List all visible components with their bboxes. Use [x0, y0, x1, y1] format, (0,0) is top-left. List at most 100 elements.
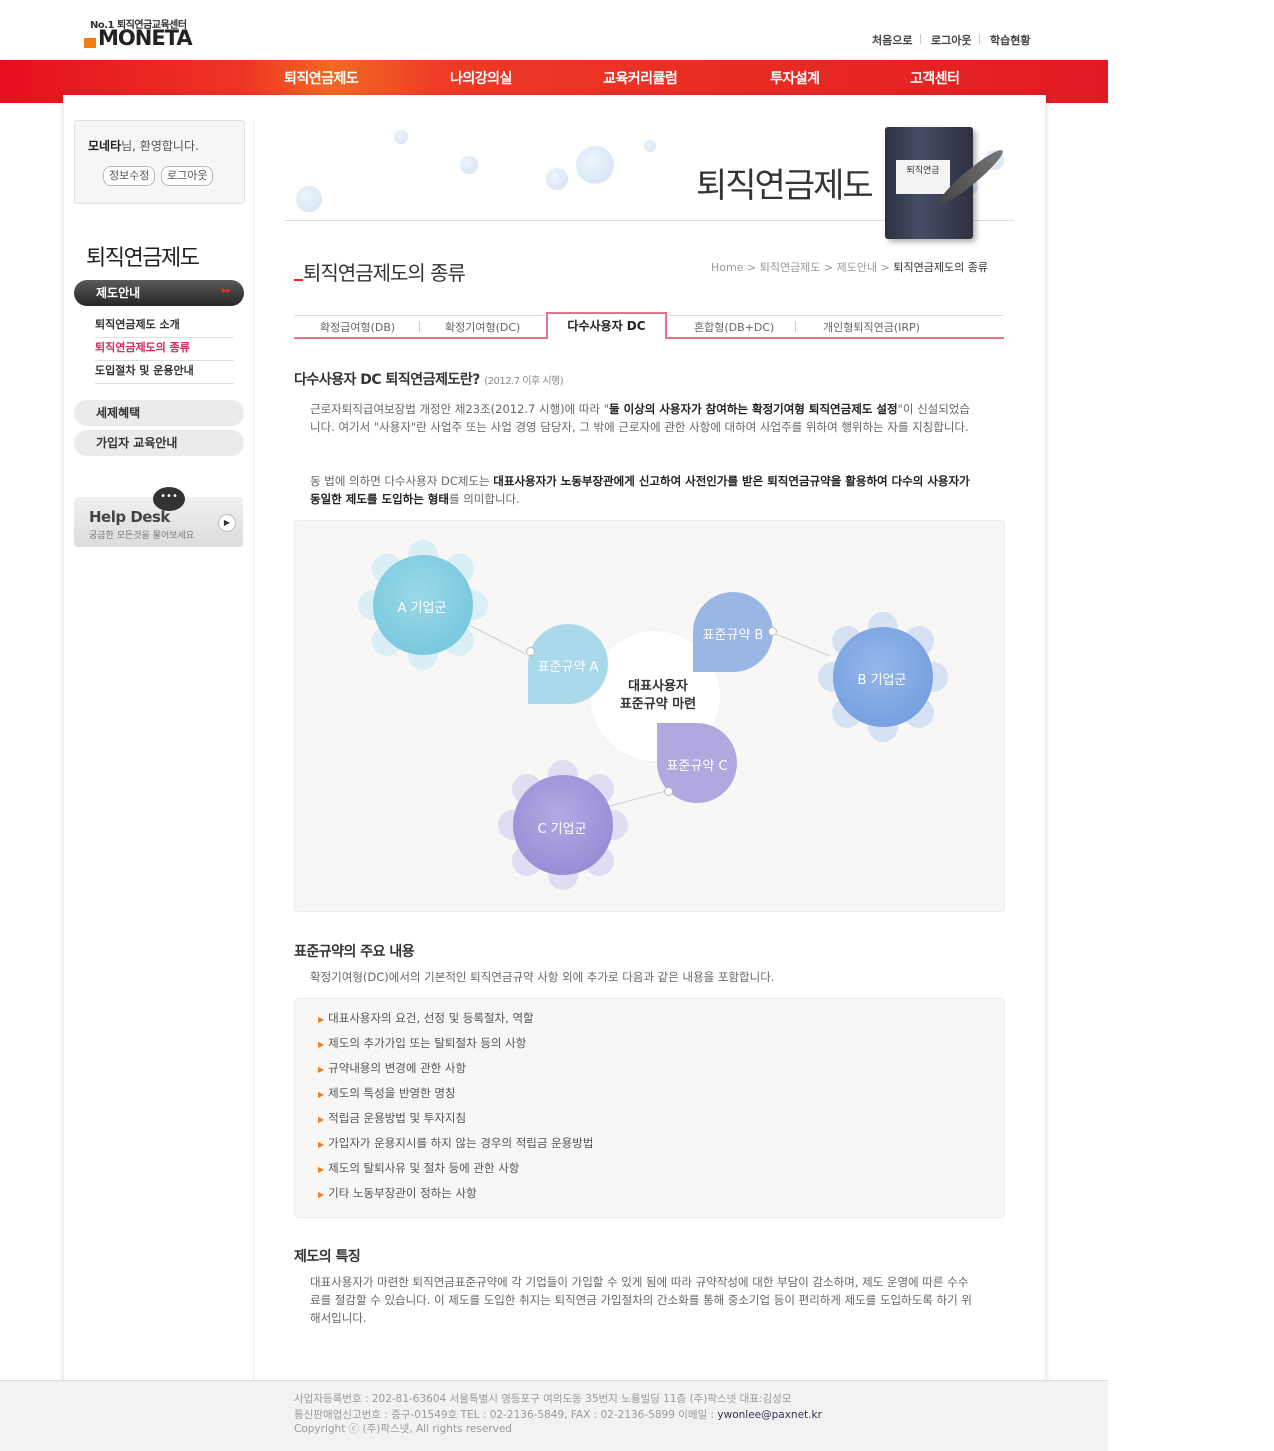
text: 를 의미합니다. — [448, 492, 520, 506]
list-item: ▶ 적립금 운용방법 및 투자지침 — [318, 1111, 467, 1125]
tab-dc[interactable]: 확정기여형(DC) — [445, 319, 520, 335]
emphasis-text: 둘 이상의 사용자가 참여하는 확정기여형 퇴직연금제도 설정 — [609, 402, 898, 416]
connector-dot — [768, 627, 777, 636]
footer-copyright: Copyright ⓒ (주)팍스넷, All rights reserved — [294, 1423, 512, 1435]
decor-bubble — [546, 168, 568, 190]
welcome-suffix: 님, 환영합니다. — [121, 139, 199, 153]
chevron-right-icon: > — [823, 261, 837, 274]
breadcrumb: Home > 퇴직연금제도 > 제도안내 > 퇴직연금제도의 종류 — [711, 259, 988, 275]
arrow-icon: ▶ — [318, 1140, 325, 1149]
helpdesk-title: Help Desk — [89, 508, 170, 526]
arrow-icon: ▶ — [318, 1115, 325, 1124]
contact-text: 통신판매업신고번호 : 중구-01549호 TEL : 02-2136-5849… — [294, 1409, 718, 1421]
footer-company-info: 사업자등록번호 : 202-81-63604 서울특별시 영등포구 여의도동 3… — [294, 1393, 792, 1405]
sub-item-intro[interactable]: 퇴직연금제도 소개 — [95, 316, 234, 338]
rule-c-label: 표준규약 C — [666, 759, 728, 774]
group-a-label: A 기업군 — [397, 601, 447, 616]
divider — [920, 34, 921, 44]
rule-b-label: 표준규약 B — [702, 628, 764, 643]
title-accent — [294, 279, 303, 281]
welcome-box — [74, 120, 245, 204]
decor-bubble — [296, 186, 322, 212]
decor-bubble — [576, 146, 614, 184]
home-link[interactable]: 처음으로 — [872, 32, 912, 48]
footer-contact-info: 통신판매업신고번호 : 중구-01549호 TEL : 02-2136-5849… — [294, 1407, 822, 1422]
decor-bubble — [644, 140, 656, 152]
connector-dot — [526, 647, 535, 656]
divider — [795, 321, 796, 332]
arrow-icon: ▶ — [318, 1090, 325, 1099]
sub-item-procedure[interactable]: 도입절차 및 운용안내 — [95, 362, 234, 384]
tab-db[interactable]: 확정급여형(DB) — [320, 319, 395, 335]
center-line-1: 대표사용자 — [628, 679, 688, 694]
breadcrumb-item[interactable]: 퇴직연금제도 — [760, 261, 821, 274]
email-link[interactable]: ywonlee@paxnet.kr — [717, 1409, 822, 1421]
paragraph: 근로자퇴직급여보장법 개정안 제23조(2012.7 시행)에 따라 "둘 이상… — [310, 400, 975, 436]
arrow-icon: ▶ — [318, 1165, 325, 1174]
gnb-customer-center[interactable]: 고객센터 — [910, 68, 960, 88]
section-heading: 표준규약의 주요 내용 — [294, 944, 415, 960]
heading-text: 다수사용자 DC 퇴직연금제도란? — [294, 372, 480, 388]
section-heading: 다수사용자 DC 퇴직연금제도란? (2012.7 이후 시행) — [294, 369, 564, 389]
list-item: ▶ 제도의 탈퇴사유 및 절차 등에 관한 사항 — [318, 1161, 520, 1175]
rule-a-label: 표준규약 A — [537, 660, 599, 675]
tab-irp[interactable]: 개인형퇴직연금(IRP) — [823, 319, 920, 335]
chevron-right-icon: > — [880, 261, 894, 274]
center-label: 대표사용자 표준규약 마련 — [598, 678, 718, 714]
user-name: 모네타 — [88, 139, 122, 153]
sidebar-logout-button[interactable]: 로그아웃 — [161, 166, 214, 186]
list-item: ▶ 기타 노동부장관이 정하는 사항 — [318, 1186, 477, 1200]
play-arrow-icon[interactable]: ▶ — [218, 514, 236, 532]
page-title: 퇴직연금제도의 종류 — [303, 261, 466, 285]
decor-bubble — [460, 156, 478, 174]
paragraph: 확정기여형(DC)에서의 기본적인 퇴직연금규약 사항 외에 추가로 다음과 같… — [310, 970, 775, 984]
sidebar-item-education[interactable]: 가입자 교육안내 — [74, 430, 244, 456]
gnb-curriculum[interactable]: 교육커리큘럼 — [603, 68, 678, 88]
list-item: ▶ 제도의 추가가입 또는 탈퇴절차 등의 사항 — [318, 1036, 527, 1050]
banner-title: 퇴직연금제도 — [696, 166, 874, 206]
sub-item-types[interactable]: 퇴직연금제도의 종류 — [95, 339, 234, 361]
group-c-label: C 기업군 — [537, 822, 587, 837]
logo[interactable]: MONETA — [84, 26, 193, 50]
tab-multi-employer-dc[interactable]: 다수사용자 DC — [546, 312, 667, 339]
tab-hybrid[interactable]: 혼합형(DB+DC) — [694, 319, 774, 335]
breadcrumb-current: 퇴직연금제도의 종류 — [893, 261, 988, 274]
divider — [979, 34, 980, 44]
list-item: ▶ 대표사용자의 요건, 선정 및 등록절차, 역할 — [318, 1011, 534, 1025]
breadcrumb-item[interactable]: 제도안내 — [837, 261, 877, 274]
edit-info-button[interactable]: 정보수정 — [103, 166, 156, 186]
sidebar-item-system-guide[interactable]: 제도안내 — [74, 280, 244, 306]
gnb-my-classroom[interactable]: 나의강의실 — [450, 68, 512, 88]
text: 근로자퇴직급여보장법 개정안 제23조(2012.7 시행)에 따라 " — [310, 402, 610, 416]
text: 동 법에 의하면 다수사용자 DC제도는 — [310, 474, 494, 488]
list-item: ▶ 규약내용의 변경에 관한 사항 — [318, 1061, 467, 1075]
chevron-right-icon: > — [746, 261, 760, 274]
list-item: ▶ 가입자가 운용지시를 하지 않는 경우의 적립금 운용방법 — [318, 1136, 594, 1150]
section-heading: 제도의 특징 — [294, 1249, 361, 1265]
connector-dot — [664, 787, 673, 796]
arrow-icon: ▸▸ — [222, 286, 232, 296]
arrow-icon: ▶ — [318, 1015, 325, 1024]
study-status-link[interactable]: 학습현황 — [990, 32, 1030, 48]
arrow-icon: ▶ — [318, 1190, 325, 1199]
sidebar-item-tax-benefit[interactable]: 세제혜택 — [74, 400, 244, 426]
arrow-icon: ▶ — [318, 1065, 325, 1074]
book-label: 퇴직연금 — [896, 160, 950, 194]
group-b-label: B 기업군 — [857, 673, 907, 688]
sidebar-title: 퇴직연금제도 — [86, 246, 200, 271]
heading-note: (2012.7 이후 시행) — [484, 376, 564, 387]
breadcrumb-home[interactable]: Home — [711, 261, 743, 274]
paragraph: 대표사용자가 마련한 퇴직연금표준규약에 각 기업들이 가입할 수 있게 됨에 … — [310, 1275, 972, 1325]
list-item: ▶ 제도의 특성을 반영한 명칭 — [318, 1086, 456, 1100]
welcome-message: 모네타님, 환영합니다. — [88, 137, 199, 154]
divider — [419, 321, 420, 332]
divider — [253, 120, 254, 1380]
arrow-icon: ▶ — [318, 1040, 325, 1049]
logout-link[interactable]: 로그아웃 — [931, 32, 971, 48]
decor-bubble — [394, 130, 408, 144]
center-line-2: 표준규약 마련 — [619, 697, 697, 712]
gnb-investment[interactable]: 투자설계 — [770, 68, 820, 88]
gnb-retirement-pension[interactable]: 퇴직연금제도 — [284, 68, 359, 88]
paragraph: 동 법에 의하면 다수사용자 DC제도는 대표사용자가 노동부장관에게 신고하여… — [310, 472, 975, 508]
helpdesk-subtitle: 궁금한 모든것을 물어보세요 — [89, 531, 195, 541]
